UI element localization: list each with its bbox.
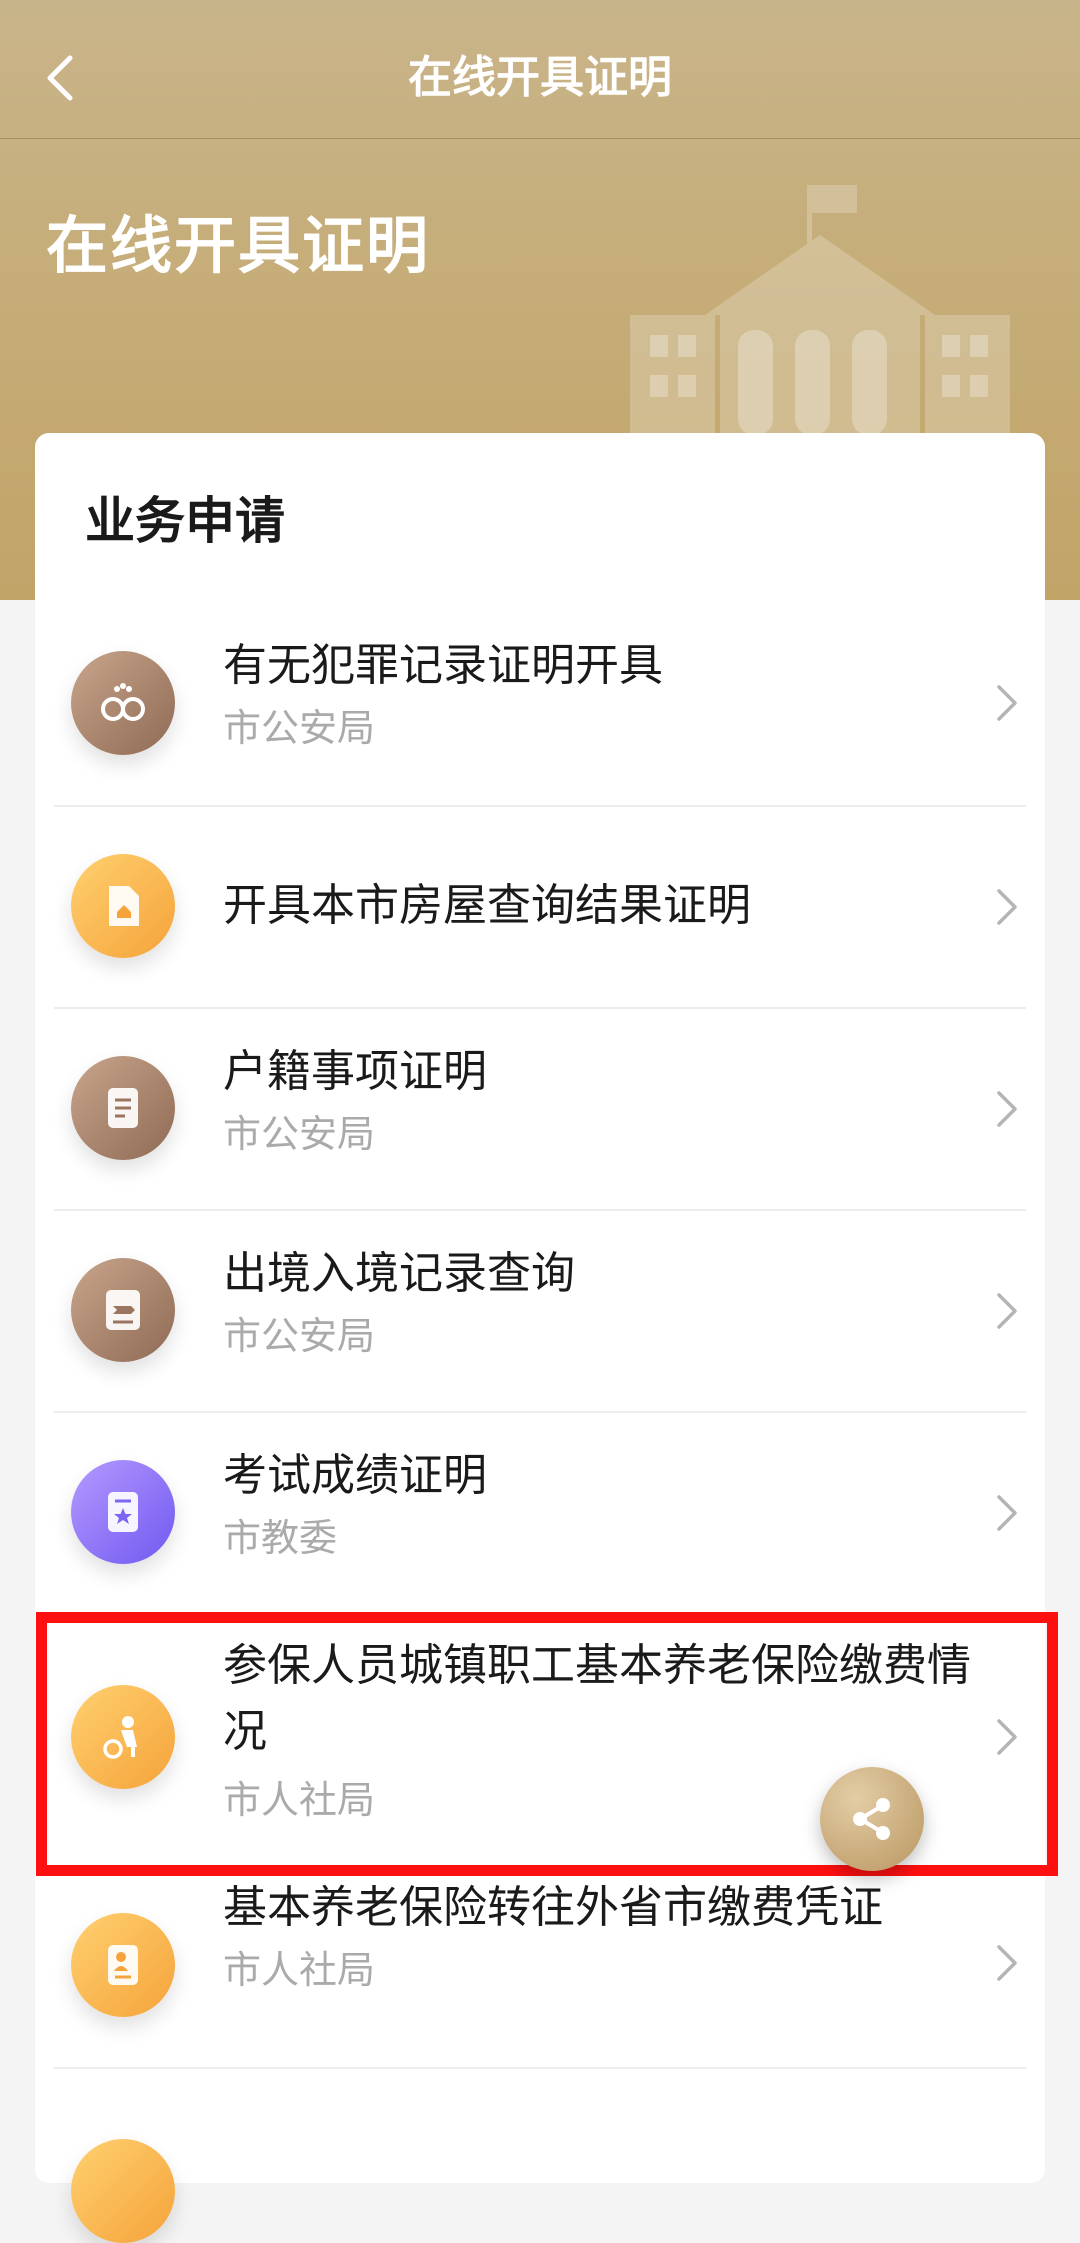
list-item[interactable] xyxy=(35,2069,1045,2243)
chevron-right-icon xyxy=(997,1091,1017,1127)
item-subtitle: 市公安局 xyxy=(223,1112,376,1156)
chevron-right-icon xyxy=(997,1945,1017,1981)
item-subtitle: 市教委 xyxy=(223,1516,338,1560)
handcuffs-icon xyxy=(71,651,175,755)
airplane-icon xyxy=(71,1258,175,1362)
chevron-right-icon xyxy=(997,685,1017,721)
star-certificate-icon xyxy=(71,1460,175,1564)
document-icon xyxy=(71,2139,175,2243)
house-document-icon xyxy=(71,854,175,958)
chevron-right-icon xyxy=(997,889,1017,925)
share-icon xyxy=(853,1798,890,1840)
chevron-right-icon xyxy=(997,1293,1017,1329)
page-title: 在线开具证明 xyxy=(46,209,431,282)
item-subtitle: 市人社局 xyxy=(223,1948,376,1992)
list-item-pension-transfer[interactable]: 基本养老保险转往外省市缴费凭证 市人社局 xyxy=(35,1867,1045,2067)
item-title: 有无犯罪记录证明开具 xyxy=(223,640,663,691)
person-document-icon xyxy=(71,1913,175,2017)
business-application-card: 业务申请 有无犯罪记录证明开具 市公安局 开具本市房屋查询结果证明 户籍事项证明… xyxy=(35,433,1045,2243)
item-title: 考试成绩证明 xyxy=(223,1450,487,1501)
navigation-bar: 在线开具证明 xyxy=(0,0,1080,139)
item-subtitle: 市公安局 xyxy=(223,1314,376,1358)
list-item-household-registration[interactable]: 户籍事项证明 市公安局 xyxy=(35,1009,1045,1209)
item-title: 基本养老保险转往外省市缴费凭证 xyxy=(223,1882,883,1933)
list-item-exam-score[interactable]: 考试成绩证明 市教委 xyxy=(35,1413,1045,1613)
chevron-right-icon xyxy=(997,1495,1017,1531)
item-title: 出境入境记录查询 xyxy=(223,1248,575,1299)
document-lines-icon xyxy=(71,1056,175,1160)
share-button[interactable] xyxy=(820,1767,924,1871)
item-subtitle: 市公安局 xyxy=(223,706,376,750)
nav-divider xyxy=(0,138,1080,139)
list-item-criminal-record[interactable]: 有无犯罪记录证明开具 市公安局 xyxy=(35,603,1045,803)
section-title: 业务申请 xyxy=(85,492,285,550)
nav-title: 在线开具证明 xyxy=(408,52,672,103)
list-item-housing-query[interactable]: 开具本市房屋查询结果证明 xyxy=(35,807,1045,1007)
government-building-icon xyxy=(630,185,1010,435)
item-title: 户籍事项证明 xyxy=(223,1046,487,1097)
item-title: 开具本市房屋查询结果证明 xyxy=(223,880,751,931)
list-item-entry-exit[interactable]: 出境入境记录查询 市公安局 xyxy=(35,1211,1045,1411)
